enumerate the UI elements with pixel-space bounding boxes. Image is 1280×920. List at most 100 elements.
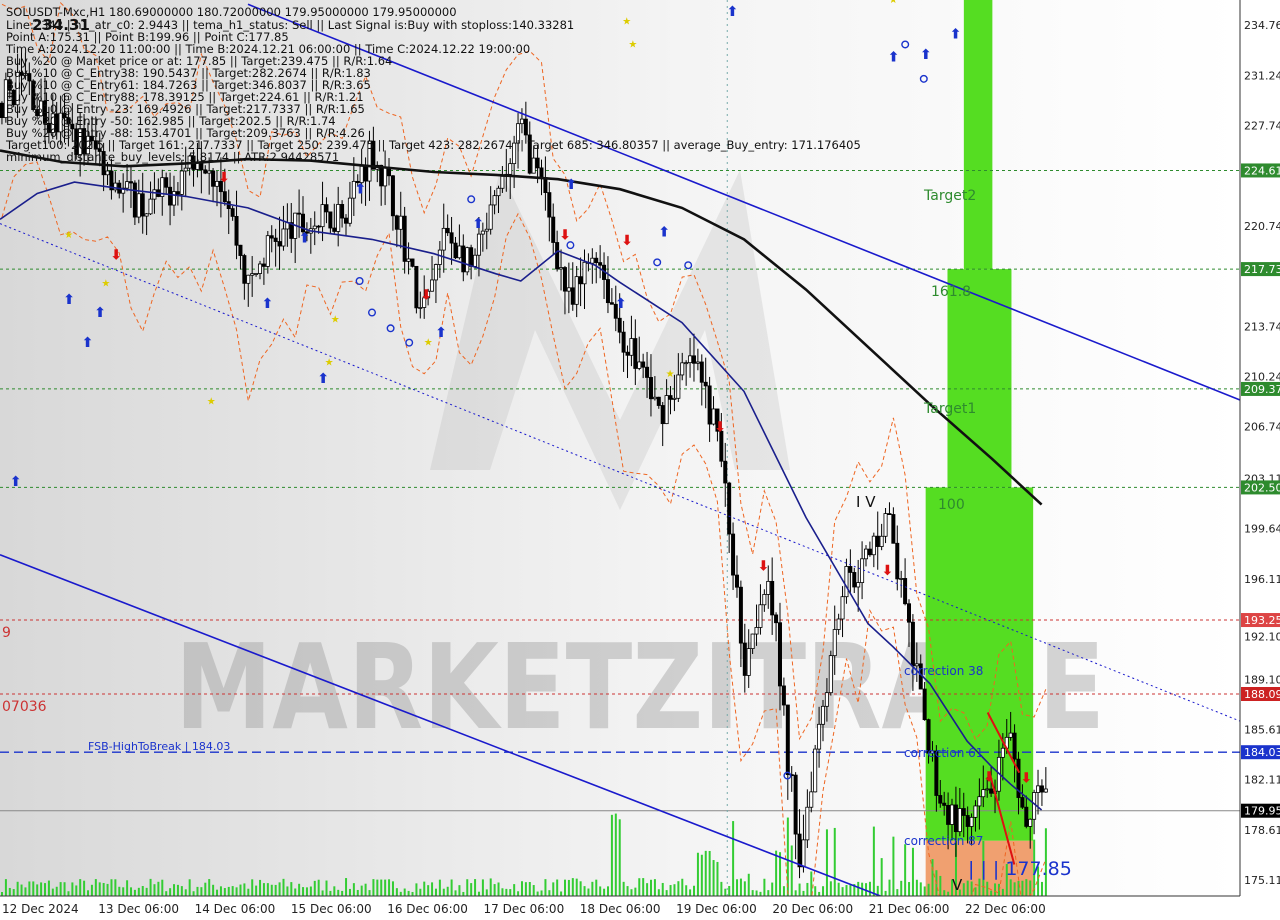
- volume-bar-41: [161, 879, 164, 896]
- y-tick-14: 193.25: [1241, 613, 1280, 628]
- volume-bar-189: [739, 878, 742, 896]
- candle-body-186: [727, 482, 732, 535]
- candle-body-170: [664, 395, 669, 425]
- candle-body-60: [234, 216, 239, 246]
- y-tick-label-20: 182.11: [1244, 774, 1280, 787]
- candle-body-142: [555, 242, 560, 270]
- candle-body-148: [578, 276, 583, 285]
- candle-body-225: [879, 535, 884, 547]
- sell-arrow-5: ⬇: [714, 420, 726, 436]
- candle-body-242: [946, 804, 951, 825]
- candle-body-144: [562, 267, 567, 292]
- candle-body-122: [476, 233, 481, 256]
- candle-body-138: [539, 167, 544, 178]
- candle-body-115: [449, 232, 454, 244]
- volume-bar-51: [200, 887, 203, 896]
- volume-bar-1: [4, 879, 7, 896]
- candle-body-230: [899, 578, 904, 580]
- volume-bar-266: [1040, 881, 1043, 896]
- volume-bar-55: [216, 889, 219, 896]
- volume-bar-209: [818, 891, 821, 896]
- candle-body-197: [770, 580, 775, 616]
- volume-bar-101: [395, 888, 398, 896]
- volume-bar-79: [309, 886, 312, 896]
- candle-body-192: [750, 633, 755, 649]
- volume-bar-200: [782, 886, 785, 896]
- volume-bar-49: [192, 891, 195, 896]
- x-tick-label-10: 22 Dec 06:00: [965, 902, 1046, 916]
- y-tick-1: 231.24: [1244, 69, 1280, 82]
- candle-body-67: [261, 263, 266, 267]
- y-tick-label-18: 185.61: [1244, 724, 1280, 737]
- candle-body-215: [840, 596, 845, 620]
- y-tick-label-5: 217.73: [1244, 263, 1280, 276]
- candle-body-203: [793, 774, 798, 835]
- candle-body-38: [148, 198, 153, 215]
- sell-arrow-1: ⬇: [218, 170, 230, 186]
- volume-bar-114: [446, 886, 449, 896]
- volume-bar-210: [822, 886, 825, 896]
- y-tick-4: 220.74: [1244, 220, 1280, 233]
- candle-body-169: [660, 405, 665, 425]
- volume-bar-192: [751, 890, 754, 896]
- chart-canvas: MARKETZITRADE ⬆⬆⬆⬆⬆⬆⬆⬆⬆⬆⬆⬆⬆⬆⬆ ⬆⬆⬇⬇⬇⬇ ⬇⬇⬇ ⬇⬇…: [0, 0, 1280, 920]
- volume-bar-170: [665, 890, 668, 896]
- candle-body-126: [492, 195, 497, 206]
- candle-body-161: [629, 338, 634, 356]
- sell-arrow-0: ⬇: [110, 247, 122, 263]
- volume-bar-142: [556, 879, 559, 896]
- volume-bar-227: [888, 879, 891, 896]
- volume-bar-60: [235, 887, 238, 896]
- volume-bar-137: [536, 891, 539, 896]
- correction-38-label: correction 38: [904, 664, 983, 678]
- volume-bar-53: [208, 879, 211, 896]
- y-tick-20: 182.11: [1244, 774, 1280, 787]
- candle-body-117: [457, 245, 462, 259]
- candle-body-120: [469, 247, 474, 267]
- volume-bar-15: [59, 882, 62, 896]
- candle-body-226: [883, 513, 888, 537]
- volume-bar-174: [681, 878, 684, 896]
- volume-bar-187: [732, 821, 735, 896]
- candle-body-163: [637, 361, 642, 369]
- volume-bar-178: [696, 852, 699, 896]
- candle-body-165: [645, 366, 650, 378]
- candle-body-218: [852, 572, 857, 588]
- candle-body-213: [832, 629, 837, 657]
- volume-bar-145: [567, 879, 570, 896]
- volume-bar-159: [622, 881, 625, 896]
- volume-bar-61: [239, 884, 242, 896]
- candle-body-155: [605, 279, 610, 304]
- volume-bar-134: [524, 882, 527, 896]
- volume-bar-160: [626, 886, 629, 896]
- candle-body-37: [144, 213, 149, 217]
- volume-bar-139: [544, 879, 547, 896]
- volume-bar-229: [896, 889, 899, 896]
- candle-body-130: [508, 163, 513, 175]
- candle-body-209: [817, 723, 822, 750]
- volume-bar-148: [579, 881, 582, 896]
- volume-bar-252: [986, 881, 989, 896]
- volume-bar-50: [196, 886, 199, 896]
- volume-bar-105: [411, 891, 414, 896]
- candle-body-98: [383, 167, 388, 187]
- volume-bar-66: [259, 879, 262, 896]
- volume-bar-112: [438, 879, 441, 896]
- y-tick-23: 175.11: [1244, 874, 1280, 887]
- candle-body-198: [774, 614, 779, 624]
- volume-bar-30: [118, 886, 121, 896]
- volume-bar-232: [908, 882, 911, 896]
- candle-body-136: [531, 157, 536, 174]
- volume-bar-127: [497, 882, 500, 896]
- volume-bar-236: [923, 886, 926, 896]
- y-tick-label-3: 224.61: [1244, 164, 1280, 177]
- volume-bar-95: [372, 879, 375, 896]
- star-marker-8: ★: [207, 396, 216, 407]
- volume-bar-242: [947, 891, 950, 896]
- y-tick-label-1: 231.24: [1244, 69, 1280, 82]
- star-marker-0: ★: [64, 230, 73, 241]
- point-c-label: | | | 177.85: [968, 858, 1072, 880]
- candle-body-106: [414, 265, 419, 309]
- candle-body-101: [394, 215, 399, 230]
- candle-body-69: [269, 235, 274, 239]
